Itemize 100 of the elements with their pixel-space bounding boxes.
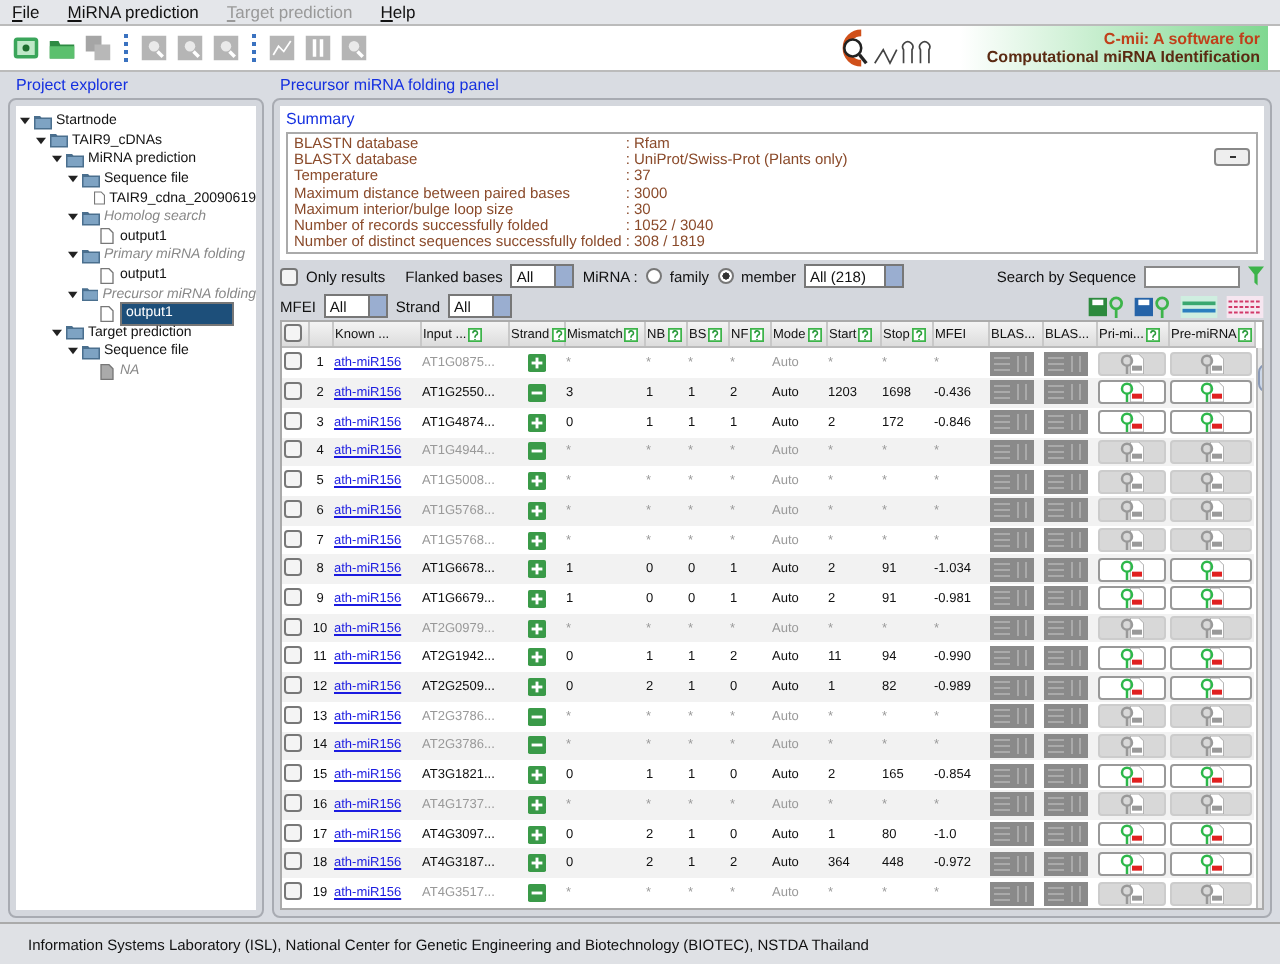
blast-result-icon[interactable]: [1044, 851, 1088, 876]
pri-mirna-button[interactable]: [1098, 822, 1166, 847]
pre-mirna-button[interactable]: [1170, 733, 1252, 758]
row-checkbox[interactable]: [284, 529, 302, 547]
blast-result-icon[interactable]: [990, 645, 1034, 670]
row-checkbox[interactable]: [284, 734, 302, 753]
blast-result-icon[interactable]: [990, 586, 1034, 611]
pre-mirna-button[interactable]: [1170, 380, 1252, 405]
pre-mirna-button[interactable]: [1170, 469, 1252, 494]
search-field[interactable]: [1144, 265, 1240, 288]
row-checkbox[interactable]: [284, 793, 302, 812]
pri-mirna-button[interactable]: [1098, 380, 1166, 405]
pre-mirna-button[interactable]: [1170, 410, 1252, 435]
blast-result-icon[interactable]: [1044, 616, 1088, 641]
pri-mirna-button[interactable]: [1098, 586, 1166, 611]
radio-button[interactable]: [717, 268, 733, 285]
blast-result-icon[interactable]: [990, 792, 1034, 817]
pri-mirna-button[interactable]: [1098, 881, 1166, 906]
select-all-checkbox[interactable]: [284, 323, 302, 342]
row-checkbox[interactable]: [284, 587, 302, 606]
row-checkbox[interactable]: [284, 676, 302, 695]
pre-mirna-button[interactable]: [1170, 557, 1252, 582]
blast-result-icon[interactable]: [990, 763, 1034, 788]
filter-icon[interactable]: [1248, 266, 1264, 287]
blast-result-icon[interactable]: [990, 351, 1034, 376]
row-checkbox[interactable]: [284, 470, 302, 489]
pri-mirna-button[interactable]: [1098, 498, 1166, 523]
blast-result-icon[interactable]: [990, 851, 1034, 876]
row-checkbox[interactable]: [284, 852, 302, 871]
expand-toggle-icon[interactable]: [52, 327, 62, 338]
menu-item[interactable]: File: [12, 2, 40, 22]
row-checkbox[interactable]: [284, 617, 302, 636]
blast-result-icon[interactable]: [990, 439, 1034, 464]
row-checkbox[interactable]: [284, 352, 302, 371]
blast-result-icon[interactable]: [990, 469, 1034, 494]
expand-toggle-icon[interactable]: [20, 116, 30, 127]
pri-mirna-button[interactable]: [1098, 469, 1166, 494]
pri-mirna-button[interactable]: [1098, 763, 1166, 788]
pre-mirna-button[interactable]: [1170, 851, 1252, 876]
help-icon[interactable]: [750, 327, 765, 342]
expand-toggle-icon[interactable]: [68, 174, 78, 185]
pri-mirna-button[interactable]: [1098, 557, 1166, 582]
help-icon[interactable]: [807, 327, 822, 342]
menu-item[interactable]: Help: [380, 2, 416, 22]
blast-result-icon[interactable]: [1044, 351, 1088, 376]
blast-result-icon[interactable]: [1044, 557, 1088, 582]
pri-mirna-button[interactable]: [1098, 351, 1166, 376]
blast-result-icon[interactable]: [990, 498, 1034, 523]
expand-toggle-icon[interactable]: [36, 135, 46, 146]
blast-result-icon[interactable]: [990, 733, 1034, 758]
row-checkbox[interactable]: [284, 646, 302, 665]
pre-mirna-button[interactable]: [1170, 645, 1252, 670]
blast-result-icon[interactable]: [1044, 586, 1088, 611]
pre-mirna-button[interactable]: [1170, 822, 1252, 847]
row-checkbox[interactable]: [284, 411, 302, 430]
checkbox[interactable]: [280, 267, 298, 286]
sequence-icon[interactable]: [1226, 295, 1264, 318]
row-checkbox[interactable]: [284, 823, 302, 842]
blast-result-icon[interactable]: [1044, 675, 1088, 700]
row-checkbox[interactable]: [284, 882, 302, 901]
row-checkbox[interactable]: [284, 440, 302, 459]
expand-toggle-icon[interactable]: [68, 346, 78, 357]
pri-mirna-button[interactable]: [1098, 704, 1166, 729]
blast-result-icon[interactable]: [990, 410, 1034, 435]
pre-mirna-button[interactable]: [1170, 763, 1252, 788]
save-icon[interactable]: [1134, 295, 1172, 318]
blast-result-icon[interactable]: [1044, 881, 1088, 906]
pri-mirna-button[interactable]: [1098, 645, 1166, 670]
pre-mirna-button[interactable]: [1170, 704, 1252, 729]
blast-result-icon[interactable]: [1044, 410, 1088, 435]
help-icon[interactable]: [1145, 327, 1160, 342]
row-checkbox[interactable]: [284, 499, 302, 518]
row-checkbox[interactable]: [284, 705, 302, 724]
blast-result-icon[interactable]: [1044, 704, 1088, 729]
blast-result-icon[interactable]: [1044, 733, 1088, 758]
help-icon[interactable]: [667, 327, 682, 342]
blast-result-icon[interactable]: [1044, 645, 1088, 670]
pri-mirna-button[interactable]: [1098, 851, 1166, 876]
blast-result-icon[interactable]: [990, 675, 1034, 700]
blast-result-icon[interactable]: [1044, 469, 1088, 494]
pri-mirna-button[interactable]: [1098, 528, 1166, 552]
pre-mirna-button[interactable]: [1170, 439, 1252, 464]
blast-result-icon[interactable]: [990, 616, 1034, 641]
help-icon[interactable]: [708, 327, 723, 342]
blast-result-icon[interactable]: [1044, 822, 1088, 847]
save-icon[interactable]: [1088, 295, 1126, 318]
blast-result-icon[interactable]: [990, 704, 1034, 729]
blast-result-icon[interactable]: [1044, 763, 1088, 788]
pri-mirna-button[interactable]: [1098, 439, 1166, 464]
pre-mirna-button[interactable]: [1170, 528, 1252, 552]
expand-toggle-icon[interactable]: [52, 154, 62, 165]
blast-result-icon[interactable]: [990, 380, 1034, 405]
blast-result-icon[interactable]: [990, 881, 1034, 906]
help-icon[interactable]: [1238, 327, 1253, 342]
pre-mirna-button[interactable]: [1170, 675, 1252, 700]
help-icon[interactable]: [468, 327, 483, 342]
pri-mirna-button[interactable]: [1098, 792, 1166, 817]
pri-mirna-button[interactable]: [1098, 410, 1166, 435]
blast-result-icon[interactable]: [990, 822, 1034, 847]
blast-result-icon[interactable]: [990, 557, 1034, 582]
